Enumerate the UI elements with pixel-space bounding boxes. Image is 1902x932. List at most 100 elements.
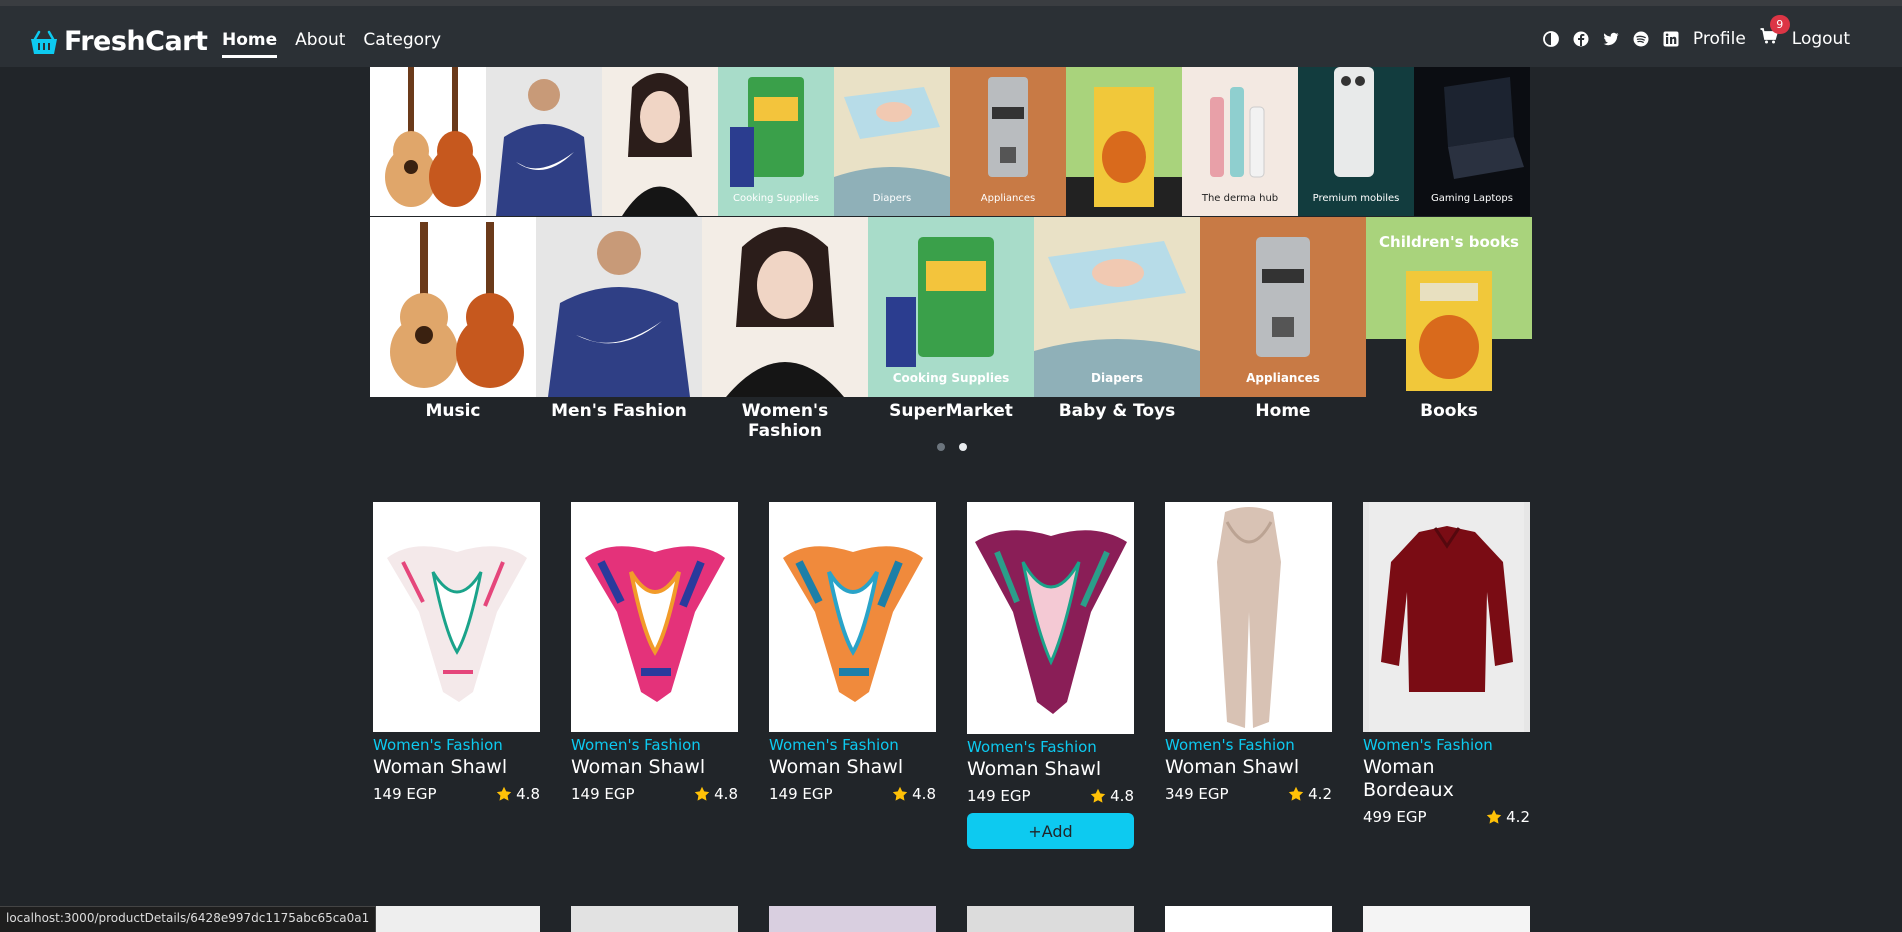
scarf-icon	[585, 546, 725, 702]
add-to-cart-button[interactable]: +Add	[967, 813, 1134, 849]
rating-value: 4.8	[516, 785, 540, 803]
cart-button[interactable]: 9	[1760, 15, 1790, 49]
strip-image-gaming-laptops: Gaming Laptops	[1414, 67, 1530, 216]
strip-label: Premium mobiles	[1312, 193, 1400, 204]
product-card-partial[interactable]	[1165, 906, 1332, 932]
product-card[interactable]: Women's Fashion Woman Bordeaux 499 EGP 4…	[1363, 502, 1530, 826]
product-card[interactable]: Women's Fashion Woman Shawl 149 EGP 4.8	[769, 502, 936, 803]
category-name: Music	[425, 401, 481, 421]
category-card-music[interactable]: Music	[370, 217, 536, 421]
category-name: SuperMarket	[889, 401, 1013, 421]
grocery-pack-icon	[886, 237, 994, 367]
star-icon	[694, 786, 710, 801]
product-category: Women's Fashion	[373, 736, 503, 754]
product-category: Women's Fashion	[1165, 736, 1295, 754]
diaper-box-icon	[1034, 241, 1200, 397]
rating-value: 4.2	[1506, 808, 1530, 826]
product-price: 149 EGP	[967, 787, 1031, 805]
nav-home-link[interactable]: Home	[222, 30, 278, 58]
book-icon	[1406, 271, 1492, 391]
product-card-partial[interactable]	[571, 906, 738, 932]
woman-portrait-icon	[726, 227, 844, 397]
linkedin-icon[interactable]	[1663, 31, 1679, 47]
product-card-partial[interactable]	[1363, 906, 1530, 932]
category-card-baby-toys[interactable]: Diapers Baby & Toys	[1034, 217, 1200, 421]
main-nav: Home About Category	[222, 30, 441, 58]
product-card[interactable]: Women's Fashion Woman Shawl 149 EGP 4.8 …	[967, 502, 1134, 849]
product-card-partial[interactable]	[373, 906, 540, 932]
hoodie-icon	[548, 231, 690, 397]
product-category: Women's Fashion	[967, 738, 1097, 756]
rating-value: 4.2	[1308, 785, 1332, 803]
star-icon	[496, 786, 512, 801]
product-rating: 4.8	[694, 785, 738, 803]
product-card-partial[interactable]	[967, 906, 1134, 932]
woman-portrait-icon	[622, 73, 698, 216]
profile-link[interactable]: Profile	[1693, 29, 1746, 49]
category-image	[536, 217, 702, 397]
product-rating: 4.2	[1288, 785, 1332, 803]
logout-link[interactable]: Logout	[1792, 29, 1850, 49]
category-image: Cooking Supplies	[868, 217, 1034, 397]
category-name: Books	[1420, 401, 1478, 421]
product-image	[769, 502, 936, 732]
product-price: 499 EGP	[1363, 808, 1427, 826]
status-bar-url: localhost:3000/productDetails/6428e997dc…	[0, 906, 377, 932]
basket-icon	[31, 30, 57, 54]
category-image-label: Diapers	[1091, 371, 1143, 385]
strip-label: The derma hub	[1201, 193, 1279, 204]
slider-dot-1[interactable]	[937, 443, 945, 451]
strip-image-premium-mobiles: Premium mobiles	[1298, 67, 1414, 216]
product-meta: 149 EGP 4.8	[373, 785, 540, 803]
strip-label: Gaming Laptops	[1431, 193, 1513, 204]
category-card-mens-fashion[interactable]: Men's Fashion	[536, 217, 702, 421]
category-card-womens-fashion[interactable]: Women's Fashion	[702, 217, 868, 441]
category-image	[370, 217, 536, 397]
product-card[interactable]: Women's Fashion Woman Shawl 149 EGP 4.8	[373, 502, 540, 803]
category-image-strip[interactable]: Cooking Supplies Diapers Appliances The	[370, 67, 1534, 216]
product-title: Woman Shawl	[1165, 756, 1300, 778]
category-card-books[interactable]: Children's books Books	[1366, 217, 1532, 421]
product-category: Women's Fashion	[1363, 736, 1493, 754]
slider-dot-2[interactable]	[959, 443, 967, 451]
product-meta: 499 EGP 4.2	[1363, 808, 1530, 826]
strip-label: Cooking Supplies	[733, 193, 819, 204]
product-meta: 149 EGP 4.8	[967, 787, 1134, 805]
spotify-icon[interactable]	[1633, 31, 1649, 47]
star-icon	[1090, 788, 1106, 803]
category-name: Baby & Toys	[1058, 401, 1176, 421]
shirt-icon	[1369, 502, 1524, 732]
scarf-icon	[975, 530, 1127, 714]
nav-category-link[interactable]: Category	[363, 30, 441, 58]
category-image	[702, 217, 868, 397]
product-title: Woman Shawl	[571, 756, 706, 778]
product-title: Woman Bordeaux	[1363, 756, 1454, 801]
category-card-supermarket[interactable]: Cooking Supplies SuperMarket	[868, 217, 1034, 421]
scarf-icon	[783, 546, 923, 702]
strip-label: Diapers	[872, 193, 912, 204]
product-meta: 349 EGP 4.2	[1165, 785, 1332, 803]
navbar: FreshCart Home About Category Profile 9 …	[0, 6, 1902, 67]
category-image: Appliances	[1200, 217, 1366, 397]
strip-image-appliances: Appliances	[950, 67, 1066, 216]
product-price: 349 EGP	[1165, 785, 1229, 803]
facebook-icon[interactable]	[1573, 31, 1589, 47]
product-rating: 4.8	[1090, 787, 1134, 805]
product-card-partial[interactable]	[769, 906, 936, 932]
category-name: Men's Fashion	[551, 401, 687, 421]
category-card-home[interactable]: Appliances Home	[1200, 217, 1366, 421]
twitter-icon[interactable]	[1603, 31, 1619, 47]
strip-image-hoodie	[486, 67, 602, 216]
category-image-label: Appliances	[1246, 371, 1320, 385]
scarf-icon	[1217, 507, 1281, 728]
nav-about-link[interactable]: About	[295, 30, 345, 58]
contrast-icon[interactable]	[1543, 30, 1559, 47]
brand-logo[interactable]: FreshCart	[30, 26, 208, 57]
product-image	[1363, 502, 1530, 732]
category-image: Children's books	[1366, 217, 1532, 397]
category-name: Women's Fashion	[741, 401, 829, 441]
product-card[interactable]: Women's Fashion Woman Shawl 149 EGP 4.8	[571, 502, 738, 803]
strip-image-woman	[602, 67, 718, 216]
cart-count-badge: 9	[1769, 15, 1790, 34]
product-card[interactable]: Women's Fashion Woman Shawl 349 EGP 4.2	[1165, 502, 1332, 803]
